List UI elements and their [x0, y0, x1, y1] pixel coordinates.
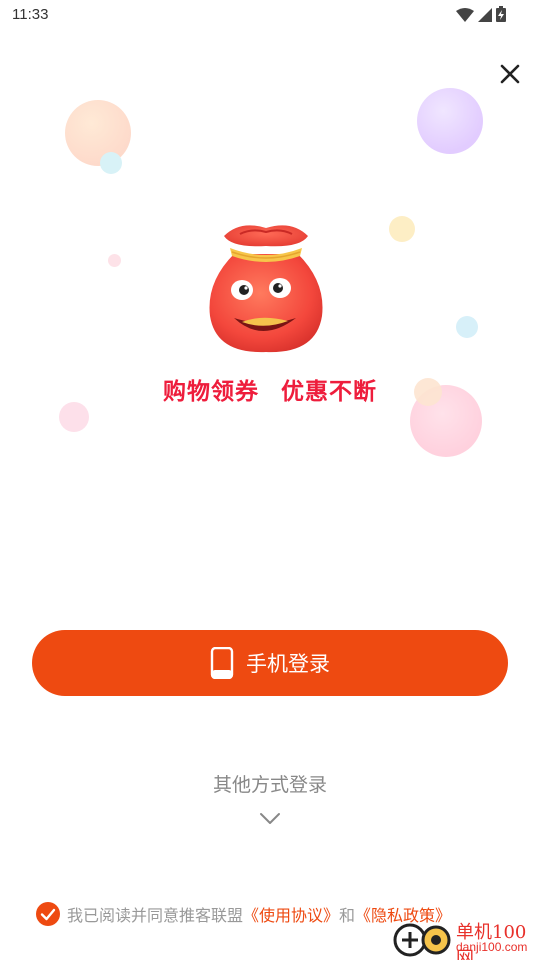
- close-button[interactable]: [496, 60, 524, 88]
- decor-bubble: [108, 254, 121, 267]
- watermark-logo: 单机100网 danji100.com: [392, 916, 540, 960]
- slogan: 购物领券 优惠不断: [0, 372, 540, 406]
- terms-link[interactable]: 《使用协议》: [243, 902, 339, 926]
- slogan-right: 优惠不断: [281, 379, 377, 405]
- close-icon: [500, 64, 520, 84]
- decor-bubble: [417, 88, 483, 154]
- other-login-button[interactable]: 其他方式登录: [0, 770, 540, 797]
- wifi-icon: [456, 7, 474, 26]
- decor-bubble: [389, 216, 415, 242]
- status-icons: [456, 6, 506, 26]
- phone-login-button[interactable]: 手机登录: [32, 630, 508, 696]
- watermark-url: danji100.com: [456, 940, 528, 954]
- phone-login-label: 手机登录: [246, 652, 330, 676]
- watermark-icon: [393, 923, 451, 957]
- agreement-text: 我已阅读并同意推客联盟: [67, 906, 244, 925]
- status-time: 11:33: [12, 6, 49, 23]
- slogan-left: 购物领券: [163, 379, 259, 405]
- decor-bubble: [65, 100, 131, 166]
- status-bar: 11:33: [0, 0, 540, 30]
- signal-icon: [478, 7, 492, 26]
- decor-bubble: [100, 152, 122, 174]
- mascot-lucky-bag-icon: [209, 225, 323, 353]
- phone-icon: [210, 647, 234, 679]
- chevron-down-icon[interactable]: [259, 812, 281, 826]
- decor-bubble: [59, 402, 89, 432]
- agreement-checkbox-icon[interactable]: [36, 902, 60, 926]
- battery-charging-icon: [496, 6, 506, 26]
- agreement-and: 和: [339, 906, 356, 925]
- agreement-row: 我已阅读并同意推客联盟 《使用协议》 和 《隐私政策》: [36, 902, 451, 926]
- decor-bubble: [456, 316, 478, 338]
